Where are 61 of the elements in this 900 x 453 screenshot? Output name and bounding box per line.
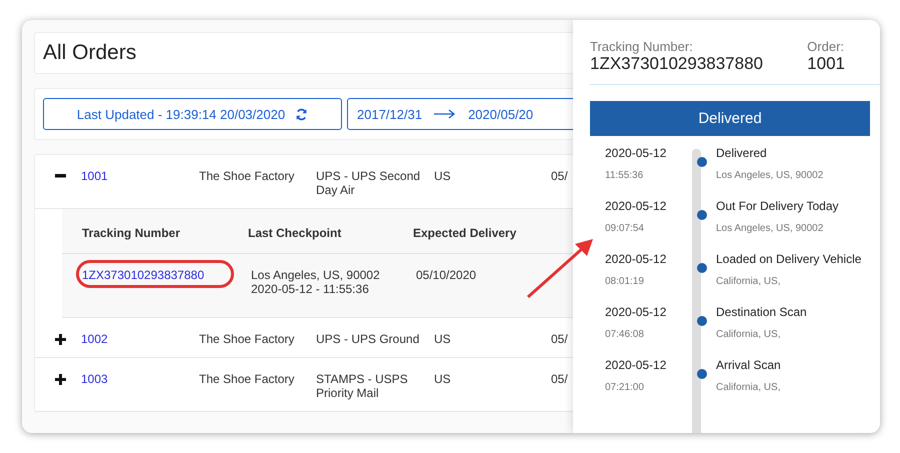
event-date: 2020-05-12: [605, 305, 668, 319]
timeline-dot: [697, 369, 707, 379]
last-updated-button[interactable]: Last Updated - 19:39:14 20/03/2020: [43, 98, 342, 130]
event-status: Loaded on Delivery Vehicle: [716, 252, 862, 266]
table-cell: 05/: [551, 169, 568, 183]
table-cell-text: UPS - UPS Ground: [316, 332, 420, 346]
table-cell-text: 05/10/2020: [416, 268, 476, 284]
column-header: Last Checkpoint: [248, 226, 342, 240]
event-time: 11:55:36: [605, 170, 644, 181]
table-cell-text: US: [434, 372, 452, 386]
table-cell-text: Los Angeles, US, 90002: [251, 268, 381, 282]
event-time: 08:01:19: [605, 276, 645, 287]
column-header: Expected Delivery: [413, 226, 516, 240]
status-banner: Delivered: [590, 101, 870, 136]
event-date: 2020-05-12: [605, 199, 668, 213]
order-link[interactable]: 1002: [81, 332, 199, 346]
timeline-dot: [697, 210, 707, 220]
refresh-icon: [295, 108, 308, 120]
event-location: California, US,: [716, 276, 782, 287]
table-cell-text: US: [434, 169, 452, 183]
page-title: All Orders: [43, 41, 136, 65]
event-location: California, US,: [716, 382, 781, 393]
tracking-label: Tracking Number:: [590, 39, 694, 54]
tracking-number: 1ZX373010293837880: [590, 54, 763, 74]
tracking-link[interactable]: 1ZX373010293837880: [82, 268, 204, 282]
minus-icon[interactable]: [55, 174, 66, 178]
order-link[interactable]: 1001: [81, 169, 199, 183]
event-status: Out For Delivery Today: [716, 199, 838, 213]
timeline-dot: [697, 316, 707, 326]
event-location: Los Angeles, US, 90002: [716, 170, 824, 181]
event-time: 07:46:08: [605, 329, 645, 340]
order-link[interactable]: 1003: [81, 372, 199, 386]
event-date: 2020-05-12: [605, 146, 668, 160]
order-number: 1001: [807, 54, 845, 74]
table-cell-text: The Shoe Factory: [199, 372, 296, 386]
order-label: Order:: [807, 39, 845, 54]
table-cell-text: The Shoe Factory: [199, 332, 296, 346]
event-time: 09:07:54: [605, 223, 645, 234]
event-status: Destination Scan: [716, 305, 807, 319]
event-date: 2020-05-12: [605, 252, 668, 266]
event-location: Los Angeles, US, 90002: [716, 223, 824, 234]
timeline-dot: [697, 157, 707, 167]
event-date: 2020-05-12: [605, 358, 668, 372]
date-range-field[interactable]: 2017/12/31 2020/05/20: [347, 98, 573, 130]
plus-icon[interactable]: [55, 374, 66, 384]
event-time: 07:21:00: [605, 382, 645, 393]
table-cell-text: 2020-05-12 - 11:55:36: [251, 282, 370, 296]
event-status: Arrival Scan: [716, 358, 781, 372]
plus-icon[interactable]: [55, 334, 66, 344]
table-cell: 05/: [551, 332, 568, 346]
table-cell-text: The Shoe Factory: [199, 169, 296, 183]
timeline-dot: [697, 263, 707, 273]
event-status: Delivered: [716, 146, 768, 160]
annotation-arrow: [525, 238, 595, 300]
arrow-right-icon: [434, 109, 456, 119]
event-location: California, US,: [716, 329, 782, 340]
table-cell-text: UPS - UPS Second Day Air: [316, 169, 422, 197]
table-cell-text: US: [434, 332, 452, 346]
column-header: Tracking Number: [81, 226, 182, 240]
table-cell: 05/: [551, 372, 568, 386]
table-cell-text: STAMPS - USPS Priority Mail: [316, 372, 409, 400]
